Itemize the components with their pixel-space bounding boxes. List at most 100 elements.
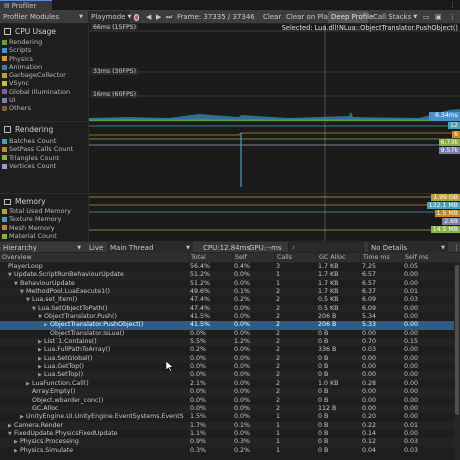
row-name-cell: ▼ BehaviourUpdate <box>14 280 188 288</box>
search-input[interactable]: ⌕ <box>288 242 364 253</box>
memory-counter-item[interactable]: Mesh Memory <box>0 224 88 232</box>
row-name: ObjectTranslator.IsLua() <box>50 329 125 337</box>
profiler-tab[interactable]: ▤ Profiler <box>0 0 52 10</box>
column-header-self-ms[interactable]: Self ms <box>402 253 454 263</box>
next-frame-button[interactable]: ▶ <box>153 11 162 23</box>
table-row[interactable]: ▼ Lua.SetObjectToPath() 47.4% 0.0% 2 0.5 KB 6.… <box>0 304 460 314</box>
cpu-category-item[interactable]: Scripts <box>0 46 88 54</box>
profiler-modules-dropdown[interactable]: Profiler Modules ▼ <box>0 11 86 23</box>
table-row[interactable]: Object.wbarder_conc() 0.0% 0.0% 2 0 B 0.00 0.0… <box>0 397 460 405</box>
row-self-cell: 0.0% <box>234 271 250 279</box>
table-row[interactable]: ▼ Update.ScriptRunBehaviourUpdate 51.2% 0.0… <box>0 271 460 280</box>
row-name: ObjectTranslator.Push() <box>44 313 117 321</box>
table-row[interactable]: ▼ Lua.set_Item() 47.4% 0.2% 2 0.5 KB 6.09 0.03 <box>0 296 460 304</box>
scrollbar-thumb[interactable] <box>455 265 459 415</box>
table-row[interactable]: ▶ Physics.Processing 0.9% 0.3% 1 0 B 0.12 0.03 <box>0 438 460 447</box>
row-selfms-cell: 0.01 <box>404 421 419 429</box>
table-row[interactable]: GC.Alloc 0.0% 0.0% 2 112 B 0.00 0.00 <box>0 404 460 414</box>
cpu-category-item[interactable]: Physics <box>0 55 88 63</box>
prev-frame-button[interactable]: ◀ <box>143 11 152 23</box>
settings-button[interactable]: ⋮ <box>446 11 456 23</box>
cpu-category-item[interactable]: GarbageCollector <box>0 71 88 79</box>
cpu-module-header[interactable]: CPU Usage <box>0 25 88 38</box>
row-calls-cell: 2 <box>276 338 281 346</box>
table-row[interactable]: ▶ ObjectTranslator.PushObject() 41.5% 0.0% 2… <box>0 321 460 330</box>
cpu-category-item[interactable]: Rendering <box>0 38 88 46</box>
rendering-counter-item[interactable]: Vertices Count <box>0 162 88 170</box>
clear-button[interactable]: Clear <box>260 11 283 23</box>
row-name: Update.ScriptRunBehaviourUpdate <box>14 271 124 279</box>
thread-dropdown[interactable]: Main Thread ▼ <box>107 242 193 253</box>
last-frame-button[interactable]: ⏭ <box>163 11 172 23</box>
table-row[interactable]: ▶ Physics.Simulate 0.3% 0.2% 1 0 B 0.04 0.03 <box>0 447 460 455</box>
column-header-time-ms[interactable]: Time ms <box>360 253 402 263</box>
clear-on-play-button[interactable]: Clear on Play <box>283 11 332 23</box>
playmode-dropdown[interactable]: Playmode ▼ <box>88 11 131 23</box>
row-calls-cell: 2 <box>276 404 281 412</box>
row-gc-cell: 0 B <box>318 371 329 379</box>
row-gc-cell: 0 B <box>318 396 329 404</box>
table-row[interactable]: ▶ Lua.FullPathToArray() 0.2% 0.0% 2 336 B 0.03… <box>0 346 460 354</box>
table-row[interactable]: ▶ Lua.SetTop() 0.0% 0.0% 2 0 B 0.00 0.00 <box>0 371 460 380</box>
table-row[interactable]: ▶ Lua.GetTop() 0.0% 0.0% 2 0 B 0.00 0.00 <box>0 363 460 371</box>
rendering-chart[interactable]: 12 6 6.73k 9.57k <box>88 122 460 193</box>
table-row[interactable]: ▶ Lua.SetGlobal() 0.0% 0.0% 2 0 B 0.00 0.00 <box>0 354 460 364</box>
rendering-counter-item[interactable]: Triangles Count <box>0 154 88 162</box>
column-header-calls[interactable]: Calls <box>274 253 316 263</box>
row-calls-cell: 1 <box>276 438 281 446</box>
cpu-category-item[interactable]: Others <box>0 104 88 112</box>
cpu-category-item[interactable]: VSync <box>0 79 88 87</box>
table-row[interactable]: ▶ UnityEngine.UI.UnityEngine.EventSystems… <box>0 413 460 421</box>
row-time-cell: 0.12 <box>362 438 377 446</box>
row-total-cell: 56.4% <box>190 263 211 270</box>
table-row[interactable]: ▼ BehaviourUpdate 51.2% 0.0% 1 1.7 KB 6.57 0.00 <box>0 280 460 288</box>
table-row[interactable]: ObjectTranslator.IsLua() 0.0% 0.0% 2 0 B 0.00… <box>0 330 460 338</box>
record-button[interactable] <box>131 11 142 23</box>
table-row[interactable]: ▼ FixedUpdate.PhysicsFixedUpdate 1.1% 0.0% 1… <box>0 430 460 438</box>
cpu-category-item[interactable]: Global Illumination <box>0 88 88 96</box>
row-self-cell: 0.0% <box>234 371 250 379</box>
menu-dots-icon[interactable]: ⋮ <box>449 1 456 9</box>
deep-profile-toggle[interactable]: Deep Profile <box>328 11 373 23</box>
row-calls-cell: 2 <box>276 396 281 404</box>
rendering-counter-item[interactable]: Batches Count <box>0 137 88 145</box>
category-color-swatch <box>2 56 7 62</box>
row-gc-cell: 0 B <box>318 363 329 371</box>
table-row[interactable]: ▼ ObjectTranslator.Push() 41.5% 0.0% 2 206 B 5… <box>0 313 460 321</box>
live-toggle[interactable]: Live <box>86 242 106 253</box>
call-stacks-dropdown[interactable]: Call Stacks ▼ <box>370 11 417 23</box>
table-row[interactable]: ▶ List`1.Contains() 5.5% 1.2% 2 0 B 0.70 0.15 <box>0 338 460 347</box>
row-time-cell: 6.37 <box>362 288 377 296</box>
cpu-category-item[interactable]: Animation <box>0 63 88 71</box>
cpu-usage-chart[interactable]: 66ms (15FPS) 33ms (30FPS) 16ms (60FPS) S… <box>88 24 460 121</box>
column-header-self[interactable]: Self <box>232 253 274 263</box>
table-row[interactable]: PlayerLoop 56.4% 0.4% 3 1.7 KB 7.25 0.05 <box>0 263 460 271</box>
row-self-cell: 0.3% <box>234 438 250 446</box>
memory-counter-item[interactable]: Total Used Memory <box>0 207 88 215</box>
cpu-category-item[interactable]: UI <box>0 96 88 104</box>
column-header-total[interactable]: Total <box>188 253 232 263</box>
column-header-gc-alloc[interactable]: GC Alloc <box>316 253 360 263</box>
save-button[interactable]: ▣ <box>432 11 442 23</box>
details-dropdown[interactable]: No Details ▼ <box>368 242 448 253</box>
memory-chart[interactable]: 1.99 GB 132.1 MB 1.5 MB 2.69 14.5 MB <box>88 194 460 241</box>
row-name-cell: ▼ Update.ScriptRunBehaviourUpdate <box>8 271 188 279</box>
table-row[interactable]: ▶ Camera.Render 1.7% 0.1% 1 0 B 0.22 0.01 <box>0 421 460 430</box>
chevron-down-icon: ▼ <box>441 244 445 251</box>
row-total-cell: 2.1% <box>190 379 206 387</box>
rendering-counter-item[interactable]: SetPass Calls Count <box>0 145 88 153</box>
row-name-cell: ▶ Lua.FullPathToArray() <box>38 346 188 354</box>
column-header-overview[interactable]: Overview <box>0 253 188 263</box>
load-button[interactable]: ▭ <box>420 11 430 23</box>
rendering-module-header[interactable]: Rendering <box>0 123 88 136</box>
table-row[interactable]: Array.Empty() 0.0% 0.0% 2 0 B 0.00 0.00 <box>0 388 460 397</box>
hierarchy-table-body: PlayerLoop 56.4% 0.4% 3 1.7 KB 7.25 0.05 ▼ Updat… <box>0 263 460 460</box>
hierarchy-options-button[interactable]: ⋮ <box>450 242 460 253</box>
table-row[interactable]: ▼ MethodPool.LuaExecute1() 49.6% 0.1% 2 1.7 K… <box>0 288 460 297</box>
view-type-dropdown[interactable]: Hierarchy ▼ <box>0 242 84 253</box>
table-row[interactable]: ▶ LuaFunction.Call() 2.1% 0.0% 2 1.0 KB 0.28 0.… <box>0 380 460 388</box>
row-time-cell: 6.57 <box>362 271 377 279</box>
memory-counter-item[interactable]: Material Count <box>0 232 88 240</box>
memory-counter-item[interactable]: Texture Memory <box>0 215 88 223</box>
row-total-cell: 0.0% <box>190 363 206 371</box>
